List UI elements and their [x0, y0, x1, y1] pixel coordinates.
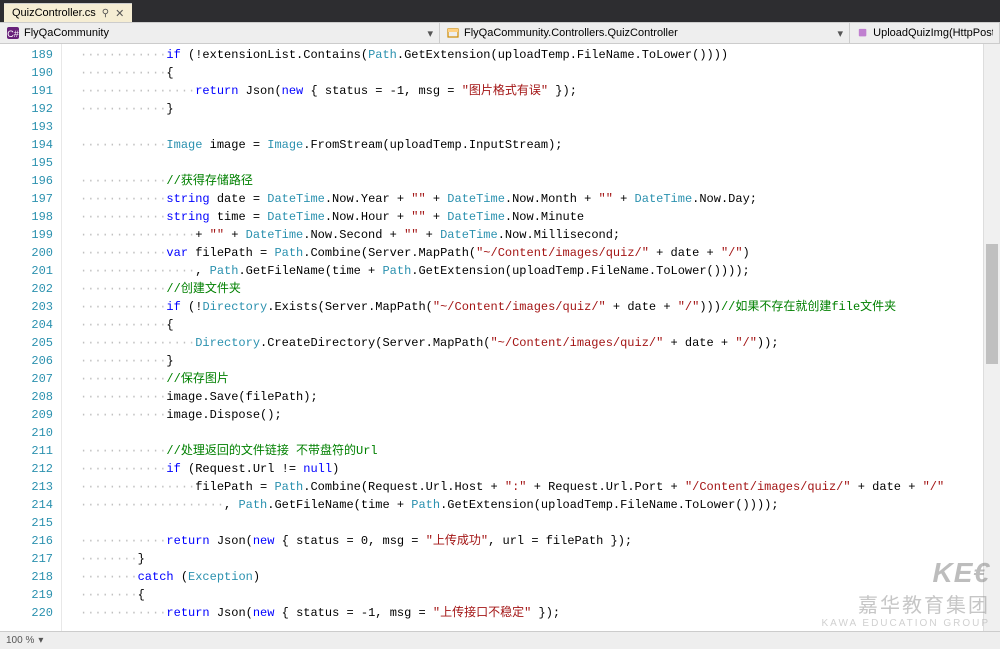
code-line[interactable]: ············string time = DateTime.Now.H…	[80, 208, 983, 226]
code-line[interactable]: ············var filePath = Path.Combine(…	[80, 244, 983, 262]
line-number-gutter: 1891901911921931941951961971981992002012…	[0, 44, 62, 631]
code-line[interactable]: ············//获得存储路径	[80, 172, 983, 190]
code-line[interactable]: ············//保存图片	[80, 370, 983, 388]
zoom-level[interactable]: 100 %	[6, 635, 34, 646]
line-number: 206	[0, 352, 53, 370]
code-line[interactable]: ················, Path.GetFileName(time …	[80, 262, 983, 280]
pin-icon[interactable]: ⚲	[102, 8, 109, 19]
line-number: 209	[0, 406, 53, 424]
line-number: 189	[0, 46, 53, 64]
code-line[interactable]: ············}	[80, 352, 983, 370]
code-line[interactable]: ················+ "" + DateTime.Now.Seco…	[80, 226, 983, 244]
code-line[interactable]: ········catch (Exception)	[80, 568, 983, 586]
code-line[interactable]	[80, 118, 983, 136]
line-number: 199	[0, 226, 53, 244]
code-line[interactable]	[80, 514, 983, 532]
line-number: 190	[0, 64, 53, 82]
nav-class[interactable]: FlyQaCommunity.Controllers.QuizControlle…	[440, 23, 850, 43]
code-line[interactable]	[80, 424, 983, 442]
code-line[interactable]: ············image.Save(filePath);	[80, 388, 983, 406]
navigation-bar: C# FlyQaCommunity ▾ FlyQaCommunity.Contr…	[0, 22, 1000, 44]
line-number: 202	[0, 280, 53, 298]
line-number: 216	[0, 532, 53, 550]
code-line[interactable]: ········{	[80, 586, 983, 604]
line-number: 198	[0, 208, 53, 226]
nav-class-label: FlyQaCommunity.Controllers.QuizControlle…	[464, 27, 678, 39]
nav-method[interactable]: UploadQuizImg(HttpPoste	[850, 23, 1000, 43]
code-line[interactable]: ················filePath = Path.Combine(…	[80, 478, 983, 496]
line-number: 207	[0, 370, 53, 388]
nav-project[interactable]: C# FlyQaCommunity ▾	[0, 23, 440, 43]
line-number: 192	[0, 100, 53, 118]
code-line[interactable]: ············return Json(new { status = -…	[80, 604, 983, 622]
code-editor[interactable]: 1891901911921931941951961971981992002012…	[0, 44, 1000, 631]
method-icon	[856, 26, 869, 40]
close-icon[interactable]: ✕	[115, 7, 124, 20]
code-line[interactable]: ············image.Dispose();	[80, 406, 983, 424]
code-area[interactable]: ············if (!extensionList.Contains(…	[80, 44, 983, 631]
code-line[interactable]: ················Directory.CreateDirector…	[80, 334, 983, 352]
chevron-down-icon[interactable]: ▾	[837, 27, 843, 40]
csharp-icon: C#	[6, 26, 20, 40]
class-icon	[446, 26, 460, 40]
line-number: 201	[0, 262, 53, 280]
code-line[interactable]: ············//创建文件夹	[80, 280, 983, 298]
line-number: 193	[0, 118, 53, 136]
line-number: 220	[0, 604, 53, 622]
zoom-dropdown-icon[interactable]: ▾	[38, 635, 43, 646]
code-line[interactable]: ············{	[80, 64, 983, 82]
line-number: 203	[0, 298, 53, 316]
chevron-down-icon[interactable]: ▾	[427, 27, 433, 40]
active-tab[interactable]: QuizController.cs ⚲ ✕	[4, 3, 132, 22]
code-line[interactable]: ············if (!extensionList.Contains(…	[80, 46, 983, 64]
line-number: 208	[0, 388, 53, 406]
code-line[interactable]: ············return Json(new { status = 0…	[80, 532, 983, 550]
line-number: 211	[0, 442, 53, 460]
line-number: 219	[0, 586, 53, 604]
line-number: 210	[0, 424, 53, 442]
line-number: 194	[0, 136, 53, 154]
code-line[interactable]: ············{	[80, 316, 983, 334]
outline-margin	[62, 44, 80, 631]
line-number: 200	[0, 244, 53, 262]
code-line[interactable]: ············if (!Directory.Exists(Server…	[80, 298, 983, 316]
line-number: 195	[0, 154, 53, 172]
code-line[interactable]: ····················, Path.GetFileName(t…	[80, 496, 983, 514]
line-number: 205	[0, 334, 53, 352]
line-number: 191	[0, 82, 53, 100]
line-number: 213	[0, 478, 53, 496]
code-line[interactable]: ········}	[80, 550, 983, 568]
line-number: 197	[0, 190, 53, 208]
svg-text:C#: C#	[7, 29, 19, 39]
nav-method-label: UploadQuizImg(HttpPoste	[873, 27, 993, 39]
vertical-scrollbar[interactable]	[983, 44, 1000, 631]
scrollbar-thumb[interactable]	[986, 244, 998, 364]
line-number: 217	[0, 550, 53, 568]
line-number: 218	[0, 568, 53, 586]
tab-bar: QuizController.cs ⚲ ✕	[0, 0, 1000, 22]
line-number: 196	[0, 172, 53, 190]
code-line[interactable]: ············Image image = Image.FromStre…	[80, 136, 983, 154]
nav-project-label: FlyQaCommunity	[24, 27, 109, 39]
code-line[interactable]: ············//处理返回的文件链接 不带盘符的Url	[80, 442, 983, 460]
code-line[interactable]: ················return Json(new { status…	[80, 82, 983, 100]
line-number: 215	[0, 514, 53, 532]
line-number: 214	[0, 496, 53, 514]
code-line[interactable]: ············if (Request.Url != null)	[80, 460, 983, 478]
code-line[interactable]: ············}	[80, 100, 983, 118]
status-bar: 100 % ▾	[0, 631, 1000, 649]
tab-filename: QuizController.cs	[12, 7, 96, 19]
code-line[interactable]: ············string date = DateTime.Now.Y…	[80, 190, 983, 208]
line-number: 204	[0, 316, 53, 334]
line-number: 212	[0, 460, 53, 478]
code-line[interactable]	[80, 154, 983, 172]
